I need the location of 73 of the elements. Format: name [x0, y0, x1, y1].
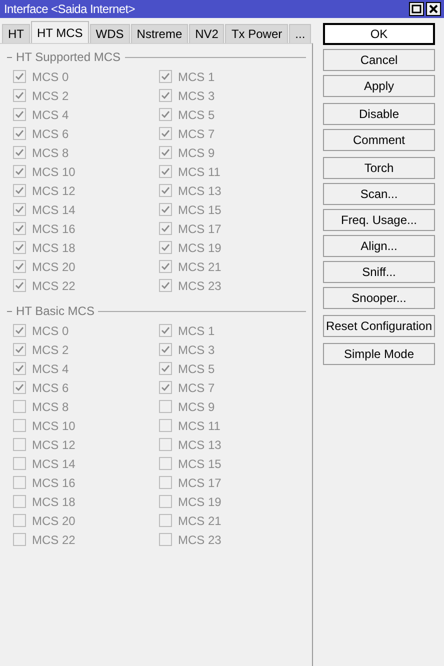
tab[interactable]: WDS	[90, 24, 130, 43]
checkbox-label: MCS 22	[32, 532, 76, 546]
checkbox-label: MCS 0	[32, 324, 69, 338]
checkbox-label: MCS 20	[32, 260, 76, 274]
checkbox-label: MCS 23	[178, 278, 222, 292]
checkbox-label: MCS 7	[178, 126, 215, 140]
action-button[interactable]: OK	[323, 23, 435, 45]
tab[interactable]: NV2	[189, 24, 224, 43]
checkbox-label: MCS 14	[32, 456, 76, 470]
checkbox-label: MCS 14	[32, 202, 76, 216]
checkbox-label: MCS 2	[32, 342, 69, 356]
checkbox-label: MCS 23	[178, 532, 222, 546]
checkbox-label: MCS 3	[178, 88, 215, 102]
checkbox-label: MCS 12	[32, 438, 76, 452]
action-button[interactable]: Torch	[323, 157, 435, 179]
checkbox-label: MCS 13	[178, 184, 222, 198]
checkbox-label: MCS 9	[178, 146, 215, 160]
close-icon[interactable]	[426, 2, 441, 16]
checkbox-label: MCS 17	[178, 476, 222, 490]
window-title: Interface <Saida Internet>	[4, 2, 136, 16]
checkbox-label: MCS 2	[32, 88, 69, 102]
checkbox-label: MCS 16	[32, 476, 76, 490]
section-title: HT Supported MCS	[16, 50, 120, 64]
tab[interactable]: HT MCS	[31, 21, 89, 43]
checkbox-label: MCS 9	[178, 400, 215, 414]
checkbox-label: MCS 11	[178, 418, 220, 432]
section-title: HT Basic MCS	[16, 304, 94, 318]
checkbox-label: MCS 12	[32, 184, 76, 198]
checkbox-label: MCS 16	[32, 222, 76, 236]
checkbox-label: MCS 5	[178, 362, 215, 376]
action-button[interactable]: Disable	[323, 103, 435, 125]
checkbox-label: MCS 15	[178, 456, 222, 470]
checkbox-label: MCS 13	[178, 438, 222, 452]
action-button[interactable]: Simple Mode	[323, 343, 435, 365]
checkbox-label: MCS 3	[178, 342, 215, 356]
checkbox-label: MCS 6	[32, 126, 69, 140]
checkbox-label: MCS 5	[178, 108, 215, 122]
checkbox-label: MCS 7	[178, 380, 215, 394]
checkbox-label: MCS 8	[32, 400, 69, 414]
maximize-icon[interactable]	[409, 2, 424, 16]
checkbox-label: MCS 15	[178, 202, 222, 216]
action-button[interactable]: Apply	[323, 75, 435, 97]
checkbox-label: MCS 21	[178, 514, 222, 528]
checkbox-label: MCS 10	[32, 418, 76, 432]
action-button[interactable]: Scan...	[323, 183, 435, 205]
tab[interactable]: ...	[289, 24, 312, 43]
tab[interactable]: HT	[2, 24, 30, 43]
checkbox-label: MCS 19	[178, 240, 222, 254]
checkbox-label: MCS 1	[178, 324, 215, 338]
checkbox-label: MCS 8	[32, 146, 69, 160]
checkbox-label: MCS 18	[32, 240, 76, 254]
action-button[interactable]: Align...	[323, 235, 435, 257]
tab[interactable]: Nstreme	[130, 24, 188, 43]
action-button[interactable]: Reset Configuration	[323, 315, 435, 337]
checkbox-label: MCS 11	[178, 164, 220, 178]
action-button[interactable]: Cancel	[323, 49, 435, 71]
checkbox-label: MCS 17	[178, 222, 222, 236]
checkbox-label: MCS 20	[32, 514, 76, 528]
checkbox-label: MCS 10	[32, 164, 76, 178]
checkbox-label: MCS 0	[32, 70, 69, 84]
checkbox-label: MCS 21	[178, 260, 222, 274]
tab[interactable]: Tx Power	[225, 24, 288, 43]
checkbox-label: MCS 22	[32, 278, 76, 292]
action-button[interactable]: Freq. Usage...	[323, 209, 435, 231]
checkbox-label: MCS 4	[32, 108, 69, 122]
action-button[interactable]: Snooper...	[323, 287, 435, 309]
checkbox-label: MCS 1	[178, 70, 215, 84]
checkbox-label: MCS 18	[32, 494, 76, 508]
checkbox-label: MCS 6	[32, 380, 69, 394]
action-button[interactable]: Comment	[323, 129, 435, 151]
action-button[interactable]: Sniff...	[323, 261, 435, 283]
checkbox-label: MCS 19	[178, 494, 222, 508]
checkbox-label: MCS 4	[32, 362, 69, 376]
